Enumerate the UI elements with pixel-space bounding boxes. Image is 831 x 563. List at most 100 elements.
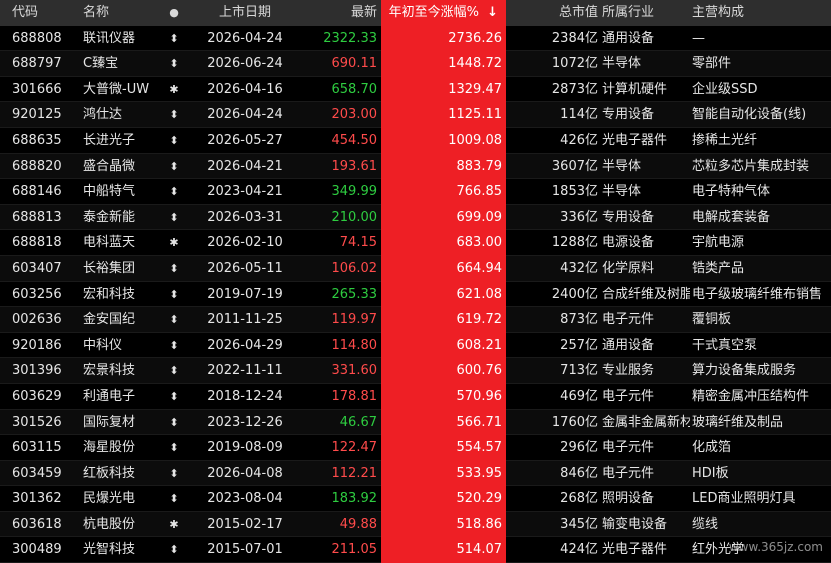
- col-header-mark[interactable]: ●: [168, 0, 180, 26]
- table-row[interactable]: 301396 宏景科技 ⬍ 2022-11-11 331.60 600.76 713亿 专业服…: [0, 358, 831, 384]
- cell-ytd-pct-value: 766.85: [456, 184, 503, 200]
- cell-main-business: 掺稀土光纤: [692, 132, 758, 148]
- col-header-date[interactable]: 上市日期: [200, 0, 290, 26]
- cell-industry: 光电子器件: [602, 132, 668, 148]
- table-row[interactable]: 301526 国际复材 ⬍ 2023-12-26 46.67 566.71 1760亿 金属非…: [0, 409, 831, 436]
- cell-code: 920186: [12, 337, 62, 353]
- cell-main-business: 电解成套装备: [692, 209, 771, 225]
- cell-last-price: 183.92: [331, 491, 378, 507]
- cell-ytd-pct-value: 1009.08: [448, 132, 502, 148]
- cell-industry: 半导体: [602, 56, 642, 72]
- cell-industry: 计算机硬件: [602, 81, 668, 97]
- table-row[interactable]: 002636 金安国纪 ⬍ 2011-11-25 119.97 619.72 873亿 电子元…: [0, 307, 831, 333]
- col-header-code[interactable]: 代码: [12, 0, 74, 26]
- cell-industry: 化学原料: [602, 260, 655, 276]
- cell-last-price: 106.02: [331, 260, 378, 276]
- cell-main-business: 化成箔: [692, 440, 732, 456]
- table-row[interactable]: 301666 大普微-UW ✱ 2026-04-16 658.70 1329.47 2873…: [0, 76, 831, 103]
- cell-ytd-pct: 514.07: [381, 537, 506, 563]
- cell-listing-date: 2026-04-08: [207, 465, 283, 481]
- cell-mark-icon: ⬍: [169, 57, 179, 71]
- cell-industry: 电子元件: [602, 465, 655, 481]
- table-row[interactable]: 688820 盛合晶微 ⬍ 2026-04-21 193.61 883.79 3607亿 半导…: [0, 153, 831, 180]
- cell-ytd-pct-value: 608.21: [456, 337, 503, 353]
- cell-market-cap: 268亿: [560, 491, 598, 507]
- cell-last-price: 265.33: [331, 286, 378, 302]
- cell-ytd-pct-value: 883.79: [456, 158, 503, 174]
- cell-last-price: 210.00: [331, 209, 378, 225]
- cell-name: 中船特气: [83, 184, 136, 200]
- col-header-cap[interactable]: 总市值: [512, 0, 598, 26]
- cell-code: 603115: [12, 440, 62, 456]
- table-row[interactable]: 688797 C臻宝 ⬍ 2026-06-24 690.11 1448.72 1072亿 半导…: [0, 51, 831, 77]
- cell-last-price: 690.11: [331, 56, 378, 72]
- cell-last-price: 74.15: [339, 235, 377, 251]
- cell-mark-icon: ⬍: [169, 492, 179, 506]
- cell-listing-date: 2023-12-26: [207, 414, 283, 430]
- cell-ytd-pct-value: 2736.26: [448, 30, 502, 46]
- cell-listing-date: 2026-05-11: [207, 260, 283, 276]
- cell-code: 688818: [12, 235, 62, 251]
- cell-mark-icon: ⬍: [169, 31, 179, 45]
- cell-main-business: LED商业照明灯具: [692, 491, 796, 507]
- table-row[interactable]: 603115 海星股份 ⬍ 2019-08-09 122.47 554.57 296亿 电子元…: [0, 435, 831, 461]
- cell-industry: 电子元件: [602, 388, 655, 404]
- table-row[interactable]: 688818 电科蓝天 ✱ 2026-02-10 74.15 683.00 1288亿 电源设…: [0, 230, 831, 256]
- table-row[interactable]: 603407 长裕集团 ⬍ 2026-05-11 106.02 664.94 432亿 化学原…: [0, 255, 831, 282]
- cell-main-business: HDI板: [692, 465, 729, 481]
- cell-market-cap: 424亿: [560, 542, 598, 558]
- cell-last-price: 211.05: [331, 542, 378, 558]
- col-header-ytd-pct[interactable]: 年初至今涨幅% ↓: [381, 0, 506, 26]
- cell-main-business: 干式真空泵: [692, 337, 758, 353]
- cell-name: 国际复材: [83, 414, 136, 430]
- cell-listing-date: 2026-04-29: [207, 337, 283, 353]
- cell-last-price: 178.81: [331, 388, 378, 404]
- table-row[interactable]: 688146 中船特气 ⬍ 2023-04-21 349.99 766.85 1853亿 半导…: [0, 179, 831, 205]
- table-row[interactable]: 603256 宏和科技 ⬍ 2019-07-19 265.33 621.08 2400亿 合成…: [0, 281, 831, 308]
- cell-industry: 电源设备: [602, 235, 655, 251]
- table-row[interactable]: 603459 红板科技 ⬍ 2026-04-08 112.21 533.95 846亿 电子元…: [0, 460, 831, 487]
- cell-mark-icon: ⬍: [169, 287, 179, 301]
- table-header: 代码 名称 ● 上市日期 最新 年初至今涨幅% ↓ 总市值 所属行业 主营构成: [0, 0, 831, 26]
- col-header-industry[interactable]: 所属行业: [602, 0, 690, 26]
- cell-code: 301396: [12, 363, 62, 379]
- cell-industry: 半导体: [602, 158, 642, 174]
- table-row[interactable]: 301362 民爆光电 ⬍ 2023-08-04 183.92 520.29 268亿 照明设…: [0, 486, 831, 512]
- cell-last-price: 658.70: [331, 81, 378, 97]
- table-row[interactable]: 920186 中科仪 ⬍ 2026-04-29 114.80 608.21 257亿 通用设备…: [0, 332, 831, 359]
- cell-last-price: 349.99: [331, 184, 378, 200]
- table-row[interactable]: 688808 联讯仪器 ⬍ 2026-04-24 2322.33 2736.26 2384亿…: [0, 25, 831, 52]
- cell-main-business: 电子特种气体: [692, 184, 771, 200]
- cell-industry: 专用设备: [602, 107, 655, 123]
- cell-code: 300489: [12, 542, 62, 558]
- table-row[interactable]: 603618 杭电股份 ✱ 2015-02-17 49.88 518.86 345亿 输变电设…: [0, 511, 831, 538]
- cell-market-cap: 114亿: [560, 107, 598, 123]
- cell-mark-icon: ⬍: [169, 364, 179, 378]
- table-row[interactable]: 688635 长进光子 ⬍ 2026-05-27 454.50 1009.08 426亿 光电…: [0, 127, 831, 154]
- cell-mark-icon: ⬍: [169, 108, 179, 122]
- cell-name: 鸿仕达: [83, 107, 123, 123]
- cell-ytd-pct: 683.00: [381, 230, 506, 256]
- cell-main-business: 宇航电源: [692, 235, 745, 251]
- cell-main-business: —: [692, 30, 705, 46]
- cell-name: 宏景科技: [83, 363, 136, 379]
- table-row[interactable]: 920125 鸿仕达 ⬍ 2026-04-24 203.00 1125.11 114亿 专用设…: [0, 102, 831, 128]
- col-header-last[interactable]: 最新: [296, 0, 377, 26]
- table-row[interactable]: 300489 光智科技 ⬍ 2015-07-01 211.05 514.07 424亿 光电子…: [0, 537, 831, 563]
- table-row[interactable]: 603629 利通电子 ⬍ 2018-12-24 178.81 570.96 469亿 电子元…: [0, 383, 831, 410]
- cell-name: 宏和科技: [83, 286, 136, 302]
- sort-desc-icon: ↓: [487, 5, 498, 20]
- table-body: 688808 联讯仪器 ⬍ 2026-04-24 2322.33 2736.26 2384亿…: [0, 25, 831, 563]
- cell-ytd-pct: 2736.26: [381, 25, 506, 52]
- cell-name: C臻宝: [83, 56, 119, 72]
- cell-market-cap: 846亿: [560, 465, 598, 481]
- cell-market-cap: 432亿: [560, 260, 598, 276]
- table-row[interactable]: 688813 泰金新能 ⬍ 2026-03-31 210.00 699.09 336亿 专用设…: [0, 204, 831, 231]
- col-header-name[interactable]: 名称: [83, 0, 167, 26]
- cell-listing-date: 2022-11-11: [207, 363, 283, 379]
- col-header-main[interactable]: 主营构成: [692, 0, 831, 26]
- cell-code: 688635: [12, 132, 62, 148]
- cell-code: 603629: [12, 388, 62, 404]
- cell-market-cap: 713亿: [560, 363, 598, 379]
- cell-ytd-pct-value: 621.08: [456, 286, 503, 302]
